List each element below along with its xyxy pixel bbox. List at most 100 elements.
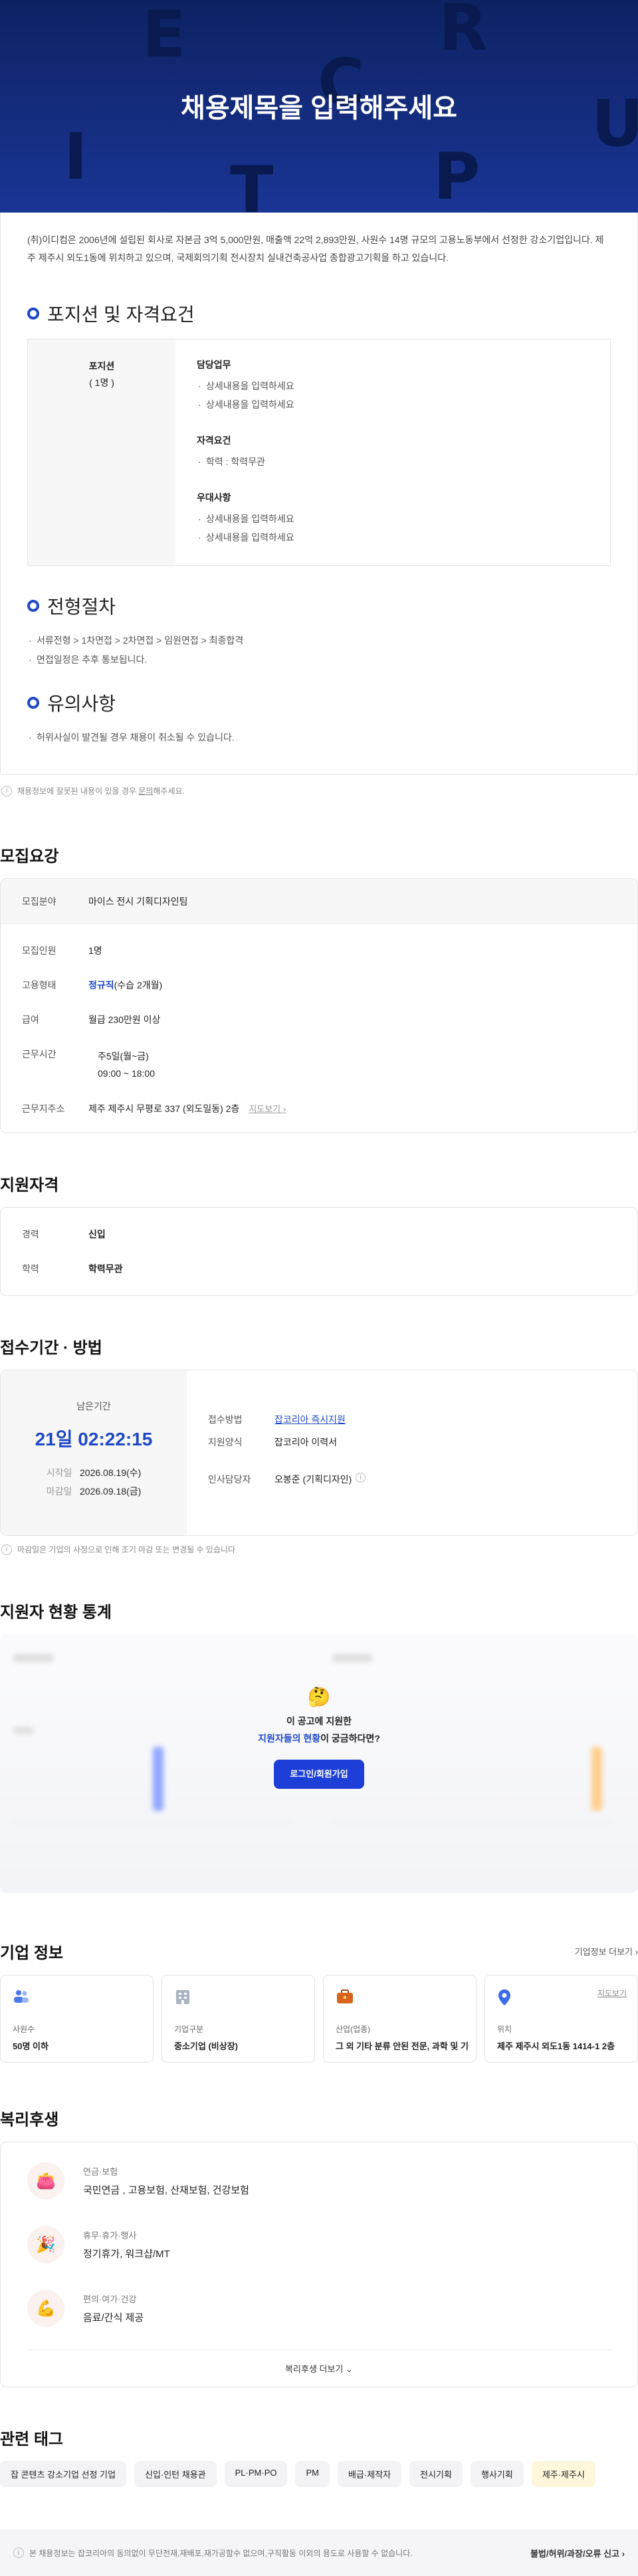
recruit-heading: 모집요강 bbox=[0, 848, 59, 866]
caution-heading: 유의사항 bbox=[27, 690, 637, 716]
briefcase-icon bbox=[337, 1989, 353, 2003]
tag[interactable]: 신입·인턴 채용관 bbox=[134, 2461, 217, 2487]
address-row: 근무지주소 제주 제주시 무평로 337 (외도일동) 2층 지도보기 › bbox=[1, 1102, 637, 1115]
note-text: 해주세요. bbox=[153, 786, 185, 796]
pin-icon bbox=[498, 1989, 510, 2005]
caution-list: 허위사실이 발견될 경우 채용이 취소될 수 있습니다. bbox=[27, 728, 637, 747]
welfare-more-label: 복리후생 더보기 bbox=[285, 2364, 344, 2374]
company-section: 기업 정보 기업정보 더보기 › 사원수 50명 이하 기업구분 중소기업 (비… bbox=[0, 1940, 638, 2063]
stats-blurred-chart: 🤔 이 공고에 지원한 지원자들의 현황이 궁금하다면? 로그인/회원가입 bbox=[0, 1634, 638, 1893]
apply-card: 남은기간 21일 02:22:15 시작일 2026.08.19(수) 마감일 … bbox=[0, 1370, 638, 1536]
welfare-more-button[interactable]: 복리후생 더보기 ⌄ bbox=[285, 2362, 353, 2375]
process-list: 서류전형 > 1차면접 > 2차면접 > 임원면접 > 최종합격 면접일정은 추… bbox=[27, 631, 637, 670]
building-icon bbox=[176, 1990, 189, 2004]
tag[interactable]: 잡 콘텐츠 강소기업 선정 기업 bbox=[0, 2461, 126, 2487]
requirement-group: 자격요건 학력 : 학력무관 bbox=[197, 434, 589, 471]
tag[interactable]: 전시기획 bbox=[409, 2461, 463, 2487]
tag[interactable]: PM bbox=[295, 2461, 330, 2487]
manager-row: 인사담당자 오봉준 (기획디자인) i bbox=[187, 1473, 637, 1486]
hours-row: 근무시간 주5일(월~금) 09:00 ~ 18:00 bbox=[1, 1048, 637, 1082]
map-link[interactable]: 지도보기 bbox=[597, 1987, 627, 1999]
form-row: 지원양식 잡코리아 이력서 bbox=[187, 1435, 637, 1449]
apply-link[interactable]: 잡코리아 즉시지원 bbox=[274, 1413, 346, 1426]
address-value: 제주 제주시 무평로 337 (외도일동) 2층 bbox=[88, 1103, 240, 1114]
stats-q1: 이 공고에 지원한 bbox=[286, 1716, 352, 1726]
report-label: 불법/허위/과장/오류 신고 bbox=[530, 2548, 620, 2559]
login-signup-button[interactable]: 로그인/회원가입 bbox=[274, 1760, 364, 1789]
map-link-label: 지도보기 bbox=[249, 1104, 281, 1114]
period: 시작일 2026.08.19(수) 마감일 2026.09.18(금) bbox=[1, 1463, 187, 1501]
tag[interactable]: PL·PM·PO bbox=[224, 2461, 288, 2487]
group-title: 담당업무 bbox=[197, 359, 231, 370]
card-value: 그 외 기타 분류 안된 전문, 과학 및 기술 서비스업 bbox=[336, 2041, 469, 2051]
wallet-icon: 👛 bbox=[27, 2162, 64, 2199]
welfare-item: 🎉 휴무·휴가·행사 정기휴가, 워크샵/MT bbox=[1, 2213, 637, 2276]
map-link[interactable]: 지도보기 › bbox=[249, 1102, 286, 1115]
method-panel: 접수방법 잡코리아 즉시지원 지원양식 잡코리아 이력서 인사담당자 오봉준 (기획디… bbox=[187, 1370, 637, 1535]
headcount-value: 1명 bbox=[88, 945, 102, 956]
stats-overlay: 🤔 이 공고에 지원한 지원자들의 현황이 궁금하다면? 로그인/회원가입 bbox=[0, 1686, 638, 1789]
caution-item: 허위사실이 발견될 경우 채용이 취소될 수 있습니다. bbox=[27, 728, 637, 747]
salary-label: 급여 bbox=[22, 1014, 39, 1025]
welfare-value: 정기휴가, 워크샵/MT bbox=[83, 2249, 170, 2260]
inquiry-link[interactable]: 문의 bbox=[138, 786, 153, 796]
party-icon: 🎉 bbox=[27, 2226, 64, 2263]
card-label: 산업(업종) bbox=[336, 2025, 371, 2034]
field-value: 마이스 전시 기획디자인팀 bbox=[88, 895, 188, 907]
headcount-label: 모집인원 bbox=[22, 945, 56, 956]
job-title: 채용제목을 입력해주세요 bbox=[181, 94, 457, 123]
info-icon: i bbox=[1, 785, 12, 796]
company-more-label: 기업정보 더보기 bbox=[574, 1947, 633, 1957]
tag[interactable]: 배급·제작자 bbox=[337, 2461, 402, 2487]
job-detail: (취)이디컴은 2006년에 설립된 회사로 자본금 3억 5,000만원, 매… bbox=[0, 213, 638, 775]
hero-letter: R bbox=[439, 0, 488, 65]
tag-list: 잡 콘텐츠 강소기업 선정 기업 신입·인턴 채용관 PL·PM·PO PM 배… bbox=[0, 2461, 638, 2487]
hero-letter: I bbox=[64, 120, 88, 194]
chevron-right-icon: › bbox=[635, 1947, 638, 1957]
tag[interactable]: 행사기획 bbox=[470, 2461, 524, 2487]
caution-heading-text: 유의사항 bbox=[47, 693, 116, 714]
career-value: 신입 bbox=[88, 1229, 106, 1240]
field-row: 모집분야 마이스 전시 기획디자인팀 bbox=[1, 879, 637, 924]
people-icon bbox=[14, 1990, 29, 2003]
type-row: 고용형태 정규직(수습 2개월) bbox=[1, 978, 637, 992]
company-intro: (취)이디컴은 2006년에 설립된 회사로 자본금 3억 5,000만원, 매… bbox=[27, 234, 604, 263]
company-type-card: 기업구분 중소기업 (비상장) bbox=[161, 1975, 315, 2063]
welfare-card: 👛 연금·보험 국민연금 , 고용보험, 산재보험, 건강보험 🎉 휴무·휴가·행사 정… bbox=[0, 2142, 638, 2387]
position-name: 포지션 bbox=[88, 361, 115, 371]
apply-note: i 마감일은 기업의 사정으로 인해 조기 마감 또는 변경될 수 있습니다 bbox=[0, 1544, 638, 1555]
manager-value: 오봉준 (기획디자인) bbox=[274, 1474, 352, 1485]
type-value: 정규직 bbox=[88, 980, 114, 990]
manager-label: 인사담당자 bbox=[208, 1474, 251, 1485]
report-link[interactable]: 불법/허위/과장/오류 신고 › bbox=[530, 2547, 625, 2559]
career-label: 경력 bbox=[22, 1229, 39, 1240]
group-item: 상세내용을 입력하세요 bbox=[197, 509, 589, 528]
chevron-down-icon: ⌄ bbox=[346, 2364, 353, 2374]
position-count: ( 1명 ) bbox=[89, 377, 114, 388]
stats-q2-rest: 이 궁금하다면? bbox=[320, 1733, 380, 1744]
remain-value: 21일 02:22:15 bbox=[35, 1429, 153, 1449]
company-more-link[interactable]: 기업정보 더보기 › bbox=[575, 1945, 638, 1958]
ring-icon bbox=[27, 308, 39, 320]
card-label: 위치 bbox=[497, 2025, 512, 2034]
welfare-more-row: 복리후생 더보기 ⌄ bbox=[27, 2349, 611, 2387]
stats-heading: 지원자 현황 통계 bbox=[0, 1604, 112, 1621]
field-label: 모집분야 bbox=[22, 895, 56, 907]
report-note: i 채용정보에 잘못된 내용이 있을 경우 문의해주세요. bbox=[0, 785, 638, 796]
info-icon[interactable]: i bbox=[356, 1473, 366, 1483]
company-heading: 기업 정보 bbox=[0, 1944, 63, 1962]
card-label: 사원수 bbox=[13, 2025, 35, 2034]
end-label: 마감일 bbox=[46, 1486, 72, 1497]
tag[interactable]: 제주·제주시 bbox=[531, 2461, 595, 2487]
qualify-card: 경력 신입 학력 학력무관 bbox=[0, 1207, 638, 1296]
position-heading-text: 포지션 및 자격요건 bbox=[47, 304, 195, 325]
recruit-card: 모집분야 마이스 전시 기획디자인팀 모집인원 1명 고용형태 정규직(수습 2개월… bbox=[0, 878, 638, 1133]
ring-icon bbox=[27, 600, 39, 612]
tags-section: 관련 태그 잡 콘텐츠 강소기업 선정 기업 신입·인턴 채용관 PL·PM·P… bbox=[0, 2426, 638, 2487]
form-label: 지원양식 bbox=[208, 1437, 243, 1447]
hero-letter: P bbox=[433, 139, 480, 213]
apply-section: 접수기간 · 방법 남은기간 21일 02:22:15 시작일 2026.08.… bbox=[0, 1334, 638, 1555]
group-item: 상세내용을 입력하세요 bbox=[197, 528, 589, 547]
career-row: 경력 신입 bbox=[1, 1228, 637, 1241]
group-item: 상세내용을 입력하세요 bbox=[197, 377, 589, 395]
